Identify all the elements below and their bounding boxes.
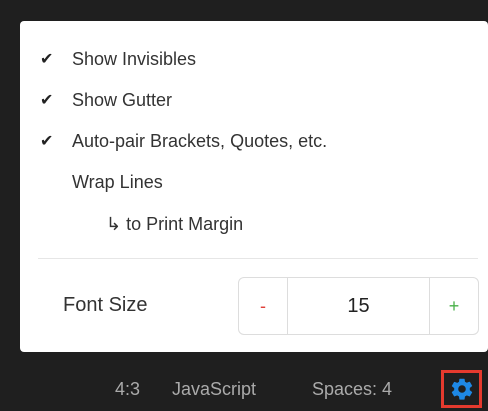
cursor-position[interactable]: 4:3 xyxy=(115,379,140,400)
option-label: Show Gutter xyxy=(72,89,173,110)
option-label: Wrap Lines xyxy=(72,171,163,192)
language-mode[interactable]: JavaScript xyxy=(172,379,256,400)
checkmark-icon: ✔ xyxy=(40,133,54,150)
settings-button[interactable] xyxy=(441,370,482,408)
font-size-label: Font Size xyxy=(63,294,148,316)
gear-icon xyxy=(451,378,472,400)
checkmark-icon: ✔ xyxy=(40,51,54,68)
increase-font-size-button[interactable]: + xyxy=(429,278,478,334)
option-label: Auto-pair Brackets, Quotes, etc. xyxy=(72,130,328,151)
option-wrap-to-print-margin[interactable]: ↳ to Print Margin xyxy=(20,207,488,241)
font-size-stepper: - 15 + xyxy=(238,277,479,335)
settings-panel: ✔ Show Invisibles ✔ Show Gutter ✔ Auto-p… xyxy=(20,21,488,352)
option-label: ↳ to Print Margin xyxy=(106,213,244,234)
font-size-row: Font Size - 15 + xyxy=(20,277,488,335)
option-auto-pair-brackets[interactable]: ✔ Auto-pair Brackets, Quotes, etc. xyxy=(20,124,488,158)
divider xyxy=(38,258,478,259)
option-wrap-lines[interactable]: Wrap Lines xyxy=(20,165,488,199)
option-label: Show Invisibles xyxy=(72,48,197,69)
font-size-value[interactable]: 15 xyxy=(288,278,429,334)
option-show-gutter[interactable]: ✔ Show Gutter xyxy=(20,83,488,117)
decrease-font-size-button[interactable]: - xyxy=(239,278,288,334)
status-bar: 4:3 JavaScript Spaces: 4 xyxy=(0,370,488,411)
checkmark-icon: ✔ xyxy=(40,92,54,109)
option-show-invisibles[interactable]: ✔ Show Invisibles xyxy=(20,42,488,76)
indentation-setting[interactable]: Spaces: 4 xyxy=(312,379,392,400)
